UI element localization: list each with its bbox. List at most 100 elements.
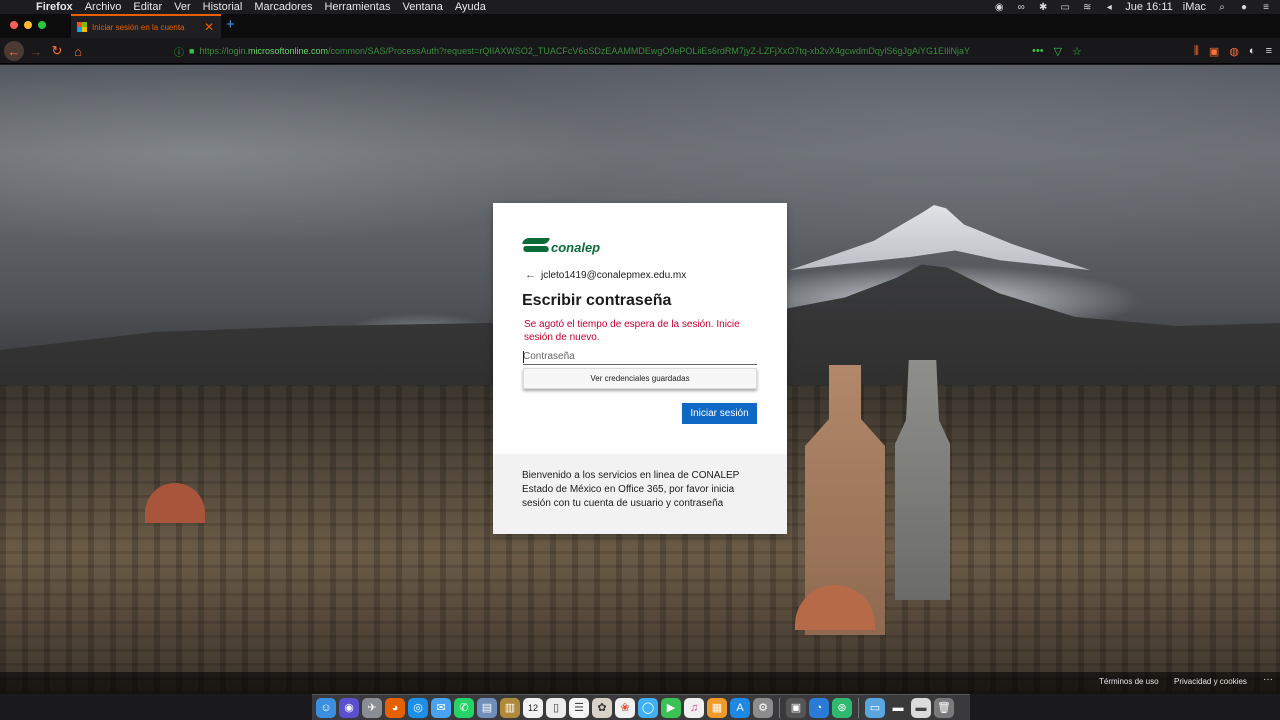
menu-historial[interactable]: Historial (203, 1, 243, 13)
card-footer: Bienvenido a los servicios en linea de C… (493, 454, 787, 534)
account-identity[interactable]: ← jcleto1419@conalepmex.edu.mx (525, 269, 686, 281)
menu-ver[interactable]: Ver (174, 1, 191, 13)
text-caret (523, 351, 524, 363)
url-prefix: https://login. (199, 46, 248, 56)
conalep-logo-text: conalep (551, 240, 601, 255)
conalep-logo-icon (521, 236, 551, 254)
sidebar-icon[interactable]: ▣ (1209, 45, 1219, 58)
url-domain: microsoftonline.com (247, 46, 328, 56)
tab-signin[interactable]: Iniciar sesión en la cuenta ✕ (71, 14, 221, 38)
account-icon[interactable]: ◐ (1249, 45, 1256, 57)
url-bar[interactable]: ⓘ ■ https://login. microsoftonline.com/co… (168, 41, 1088, 61)
minimize-window-button[interactable] (24, 21, 32, 29)
back-arrow-icon[interactable]: ← (525, 269, 536, 281)
creative-cloud-icon[interactable]: ∞ (1015, 2, 1027, 13)
toolbar-right: ⫼ ▣ ◍ ◐ ≡ (1194, 41, 1272, 61)
siri-icon[interactable]: ● (1238, 2, 1250, 13)
extension-icon[interactable]: ◍ (1229, 45, 1239, 58)
menu-ventana[interactable]: Ventana (402, 1, 442, 13)
signin-button[interactable]: Iniciar sesión (682, 403, 757, 424)
tab-title: Iniciar sesión en la cuenta (92, 22, 185, 32)
siri-icon[interactable]: ◉ (339, 697, 359, 718)
more-options-icon[interactable]: ··· (1263, 674, 1273, 685)
desktop-folder-icon[interactable]: ▬ (911, 697, 931, 718)
signin-card: conalep ← jcleto1419@conalepmex.edu.mx E… (493, 203, 787, 534)
menu-computer-name[interactable]: iMac (1183, 1, 1206, 13)
close-tab-icon[interactable]: ✕ (204, 20, 214, 34)
password-input[interactable] (523, 349, 757, 365)
forward-arrow-icon[interactable]: → (26, 41, 46, 61)
home-icon[interactable]: ⌂ (68, 41, 88, 61)
menu-marcadores[interactable]: Marcadores (254, 1, 312, 13)
url-actions: ••• ▽ ☆ (1032, 41, 1082, 61)
safari-icon[interactable]: ◎ (408, 697, 428, 718)
messages-icon[interactable]: ◯ (638, 697, 658, 718)
finder-icon[interactable]: ☺ (316, 697, 336, 718)
textedit-icon[interactable]: ▯ (546, 697, 566, 718)
menu-clock[interactable]: Jue 16:11 (1125, 1, 1173, 13)
maximize-window-button[interactable] (38, 21, 46, 29)
terms-link[interactable]: Términos de uso (1099, 677, 1159, 686)
close-window-button[interactable] (10, 21, 18, 29)
pocket-icon[interactable]: ▽ (1054, 45, 1062, 58)
new-tab-icon[interactable]: + (226, 16, 235, 33)
menu-archivo[interactable]: Archivo (85, 1, 122, 13)
airplay-icon[interactable]: ▭ (1059, 2, 1071, 13)
menu-app-firefox[interactable]: Firefox (36, 1, 73, 13)
lock-icon: ■ (189, 46, 195, 56)
mail-icon[interactable]: ✉ (431, 697, 451, 718)
volume-icon[interactable]: ◂ (1103, 2, 1115, 13)
privacy-link[interactable]: Privacidad y cookies (1174, 677, 1247, 686)
calendar-icon[interactable]: 12 (523, 697, 543, 718)
menu-icon[interactable]: ≡ (1266, 45, 1272, 57)
screenshot-icon[interactable]: ▣ (786, 697, 806, 718)
menu-ayuda[interactable]: Ayuda (455, 1, 486, 13)
whatsapp-icon[interactable]: ✆ (454, 697, 474, 718)
dock-separator (779, 697, 780, 718)
notes-icon[interactable]: ▥ (500, 697, 520, 718)
reload-icon[interactable]: ↻ (47, 41, 67, 61)
bookmark-star-icon[interactable]: ☆ (1072, 45, 1082, 58)
facetime-icon[interactable]: ▶ (661, 697, 681, 718)
wifi-icon[interactable]: ≋ (1081, 2, 1093, 13)
photos-flower-icon[interactable]: ❀ (615, 697, 635, 718)
menu-bar-status: ◉ ∞ ✱ ▭ ≋ ◂ Jue 16:11 iMac ⌕ ● ≡ (993, 0, 1272, 14)
conalep-logo: conalep (521, 234, 601, 255)
dock: ☺ ◉ ✈ ◕ ◎ ✉ ✆ ▤ ▥ 12 ▯ ☰ ✿ ❀ ◯ ▶ ♫ ▦ A ⚙… (312, 694, 970, 720)
dock-separator-2 (858, 697, 859, 718)
system-preferences-icon[interactable]: ⚙ (753, 697, 773, 718)
site-info-icon[interactable]: ⓘ (174, 44, 184, 59)
itunes-icon[interactable]: ♫ (684, 697, 704, 718)
preview-icon[interactable]: ▤ (477, 697, 497, 718)
atom-icon[interactable]: ⊛ (832, 697, 852, 718)
reminders-icon[interactable]: ☰ (569, 697, 589, 718)
downloads-folder-icon[interactable]: ▭ (865, 697, 885, 718)
app-store-icon[interactable]: A (730, 697, 750, 718)
spotlight-search-icon[interactable]: ⌕ (1216, 2, 1228, 13)
back-arrow-icon[interactable]: ← (4, 41, 24, 61)
trash-icon[interactable]: 🗑 (934, 697, 954, 718)
notification-center-icon[interactable]: ≡ (1260, 2, 1272, 13)
menu-bar: Firefox Archivo Editar Ver Historial Mar… (0, 0, 1280, 14)
welcome-text: Bienvenido a los servicios en linea de C… (522, 470, 740, 509)
url-path: /common/SAS/ProcessAuth?request=rQIIAXWS… (328, 46, 970, 56)
volcano-snowcap (790, 205, 1090, 270)
account-email: jcleto1419@conalepmex.edu.mx (541, 269, 687, 281)
launchpad-icon[interactable]: ✈ (362, 697, 382, 718)
tab-bar: Iniciar sesión en la cuenta ✕ + (0, 14, 1280, 38)
menu-herramientas[interactable]: Herramientas (324, 1, 390, 13)
saved-credentials-button[interactable]: Ver credenciales guardadas (523, 368, 757, 389)
edge-icon[interactable]: ◔ (809, 697, 829, 718)
microsoft-favicon-icon (77, 22, 87, 32)
photos-icon[interactable]: ✿ (592, 697, 612, 718)
record-icon[interactable]: ◉ (993, 2, 1005, 13)
ibooks-icon[interactable]: ▦ (707, 697, 727, 718)
documents-folder-icon[interactable]: ▬ (888, 697, 908, 718)
page-actions-icon[interactable]: ••• (1032, 45, 1044, 57)
firefox-icon[interactable]: ◕ (385, 697, 405, 718)
library-icon[interactable]: ⫼ (1194, 45, 1199, 58)
menu-editar[interactable]: Editar (133, 1, 162, 13)
page-footer: Términos de uso Privacidad y cookies ··· (0, 672, 1280, 694)
error-message: Se agotó el tiempo de espera de la sesió… (524, 319, 740, 343)
bluetooth-icon[interactable]: ✱ (1037, 2, 1049, 13)
